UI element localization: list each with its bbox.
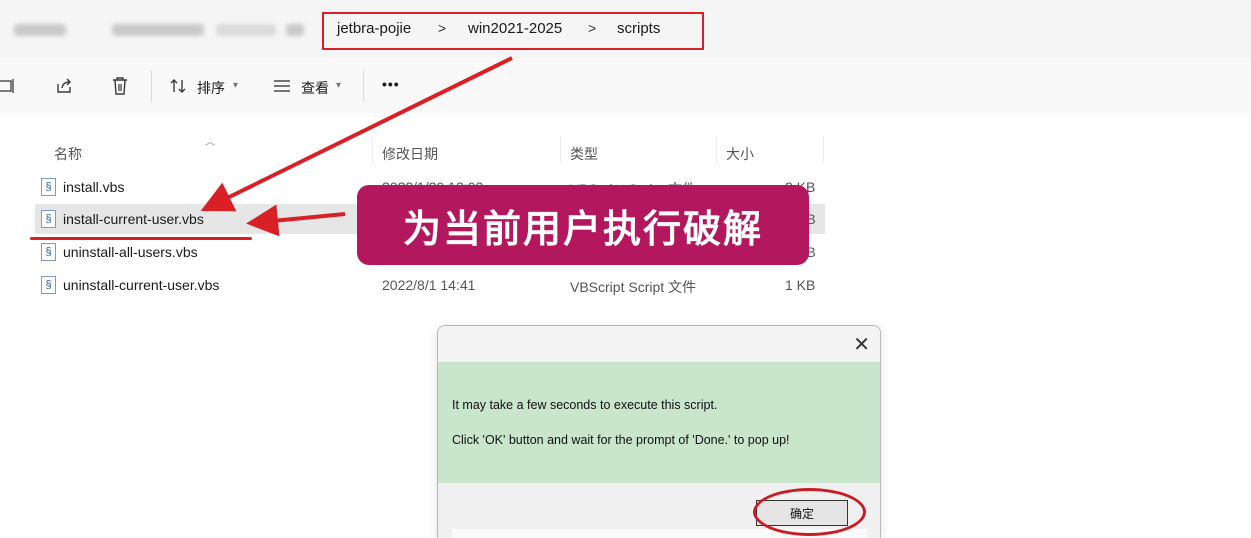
dialog-message-line: Click 'OK' button and wait for the promp…	[452, 433, 790, 447]
arrow-from-callout	[246, 204, 346, 237]
close-icon[interactable]: ✕	[853, 332, 870, 357]
dialog-message-line: It may take a few seconds to execute thi…	[452, 398, 718, 412]
arrow-from-breadcrumb	[200, 56, 513, 212]
dialog-message-area: It may take a few seconds to execute thi…	[438, 362, 880, 483]
annotation-callout: 为当前用户执行破解	[357, 185, 809, 265]
ok-button-highlight-circle	[753, 488, 866, 536]
dialog-title-bar: ✕	[438, 326, 880, 362]
